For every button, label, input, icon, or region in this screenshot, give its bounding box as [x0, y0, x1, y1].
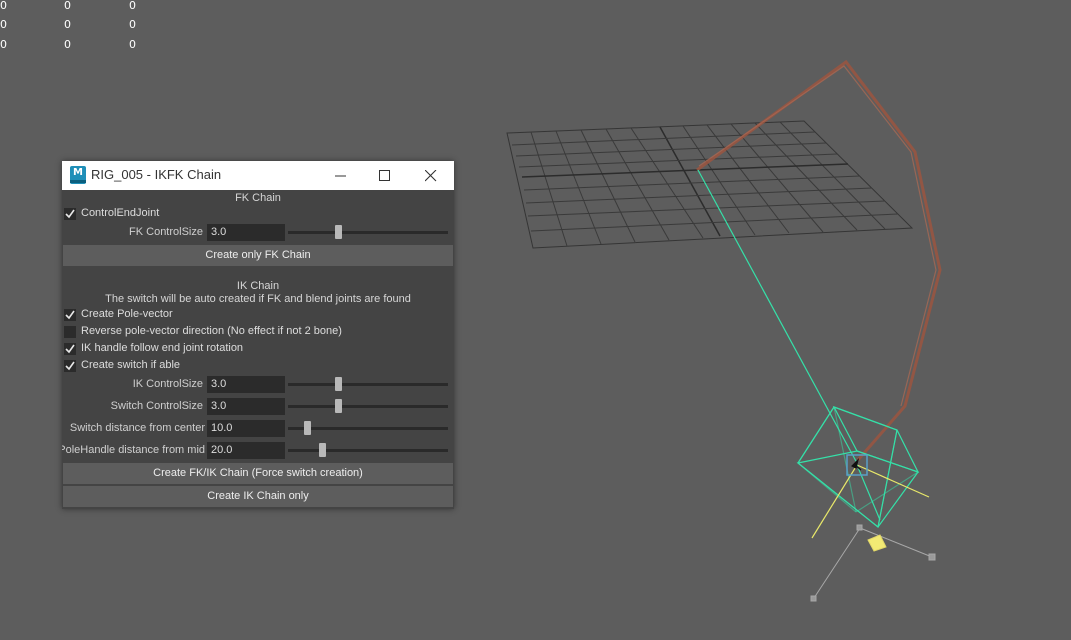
- maximize-icon: [379, 170, 390, 181]
- maximize-button[interactable]: [362, 161, 406, 190]
- app-icon-letter: M: [73, 167, 83, 178]
- hud-value: 0: [129, 38, 136, 51]
- ik-follow-rotation-checkbox[interactable]: [64, 343, 76, 355]
- ik-control-size-field[interactable]: 3.0: [207, 376, 285, 393]
- fk-control-size-field[interactable]: 3.0: [207, 224, 285, 241]
- minimize-button[interactable]: [318, 161, 362, 190]
- switch-distance-label: Switch distance from center: [69, 422, 205, 434]
- create-switch-checkbox[interactable]: [64, 360, 76, 372]
- ik-chain-header: IK Chain: [236, 280, 280, 292]
- fk-control-size-label: FK ControlSize: [129, 226, 203, 238]
- minimize-icon: [335, 175, 346, 177]
- window-title: RIG_005 - IKFK Chain: [91, 167, 222, 182]
- checkmark-icon: [65, 209, 75, 219]
- create-fkik-chain-button[interactable]: Create FK/IK Chain (Force switch creatio…: [63, 463, 453, 484]
- control-end-joint-label: ControlEndJoint: [81, 207, 160, 219]
- window-content: FK Chain ControlEndJoint FK ControlSize …: [62, 190, 454, 509]
- hud-value: 0: [64, 38, 71, 51]
- ik-follow-rotation-label: IK handle follow end joint rotation: [81, 342, 244, 354]
- slider-handle[interactable]: [304, 421, 311, 435]
- create-pole-vector-label: Create Pole-vector: [81, 308, 173, 320]
- fk-joint-chain[interactable]: [696, 59, 942, 461]
- create-only-fk-chain-button[interactable]: Create only FK Chain: [63, 245, 453, 266]
- switch-distance-slider[interactable]: [288, 421, 448, 435]
- switch-distance-field[interactable]: 10.0: [207, 420, 285, 437]
- ground-grid: [506, 120, 914, 249]
- maya-app-icon: M: [70, 166, 86, 184]
- slider-handle[interactable]: [335, 377, 342, 391]
- handle-distance-field[interactable]: 20.0: [207, 442, 285, 459]
- create-ik-chain-only-button[interactable]: Create IK Chain only: [63, 486, 453, 507]
- transform-manipulator[interactable]: [811, 454, 930, 539]
- checkmark-icon: [65, 361, 75, 371]
- handle-distance-slider[interactable]: [288, 443, 448, 457]
- close-button[interactable]: [408, 161, 452, 190]
- slider-handle[interactable]: [335, 225, 342, 239]
- switch-control-size-field[interactable]: 3.0: [207, 398, 285, 415]
- hud-value: 0: [129, 18, 136, 31]
- fk-control-size-slider[interactable]: [288, 225, 448, 239]
- locator-gizmo[interactable]: [810, 524, 936, 602]
- ikfk-chain-window: M RIG_005 - IKFK Chain FK Chain ControlE…: [62, 161, 454, 509]
- reverse-pole-vector-label: Reverse pole-vector direction (No effect…: [81, 325, 342, 337]
- hud-value: 0: [64, 0, 71, 12]
- ik-control-size-slider[interactable]: [288, 377, 448, 391]
- hud-value: 0: [64, 18, 71, 31]
- reverse-pole-vector-checkbox[interactable]: [64, 326, 76, 338]
- fk-chain-header: FK Chain: [235, 192, 281, 204]
- hud-value: 0: [129, 0, 136, 12]
- hud-value: 0: [0, 18, 7, 31]
- create-switch-label: Create switch if able: [81, 359, 181, 371]
- ik-pole-vector-line: [697, 169, 858, 464]
- hud-value: 0: [0, 0, 7, 12]
- checkmark-icon: [65, 344, 75, 354]
- switch-control-size-label: Switch ControlSize: [110, 400, 203, 412]
- ik-control-size-label: IK ControlSize: [132, 378, 203, 390]
- handle-distance-label-clip: IK PoleHandle distance from mid: [62, 442, 205, 458]
- close-icon: [425, 170, 437, 182]
- create-pole-vector-checkbox[interactable]: [64, 309, 76, 321]
- window-titlebar[interactable]: M RIG_005 - IKFK Chain: [62, 161, 454, 190]
- ik-chain-note: The switch will be auto created if FK an…: [105, 293, 411, 305]
- hud-value: 0: [0, 38, 7, 51]
- switch-control-size-slider[interactable]: [288, 399, 448, 413]
- checkmark-icon: [65, 310, 75, 320]
- slider-handle[interactable]: [335, 399, 342, 413]
- viewport-hud: 0 0 0 0 0 0 0 0 0: [0, 0, 200, 60]
- handle-distance-label: IK PoleHandle distance from mid: [62, 444, 205, 456]
- control-end-joint-checkbox[interactable]: [64, 208, 76, 220]
- slider-handle[interactable]: [319, 443, 326, 457]
- switch-distance-label-clip: Switch distance from center: [62, 420, 205, 436]
